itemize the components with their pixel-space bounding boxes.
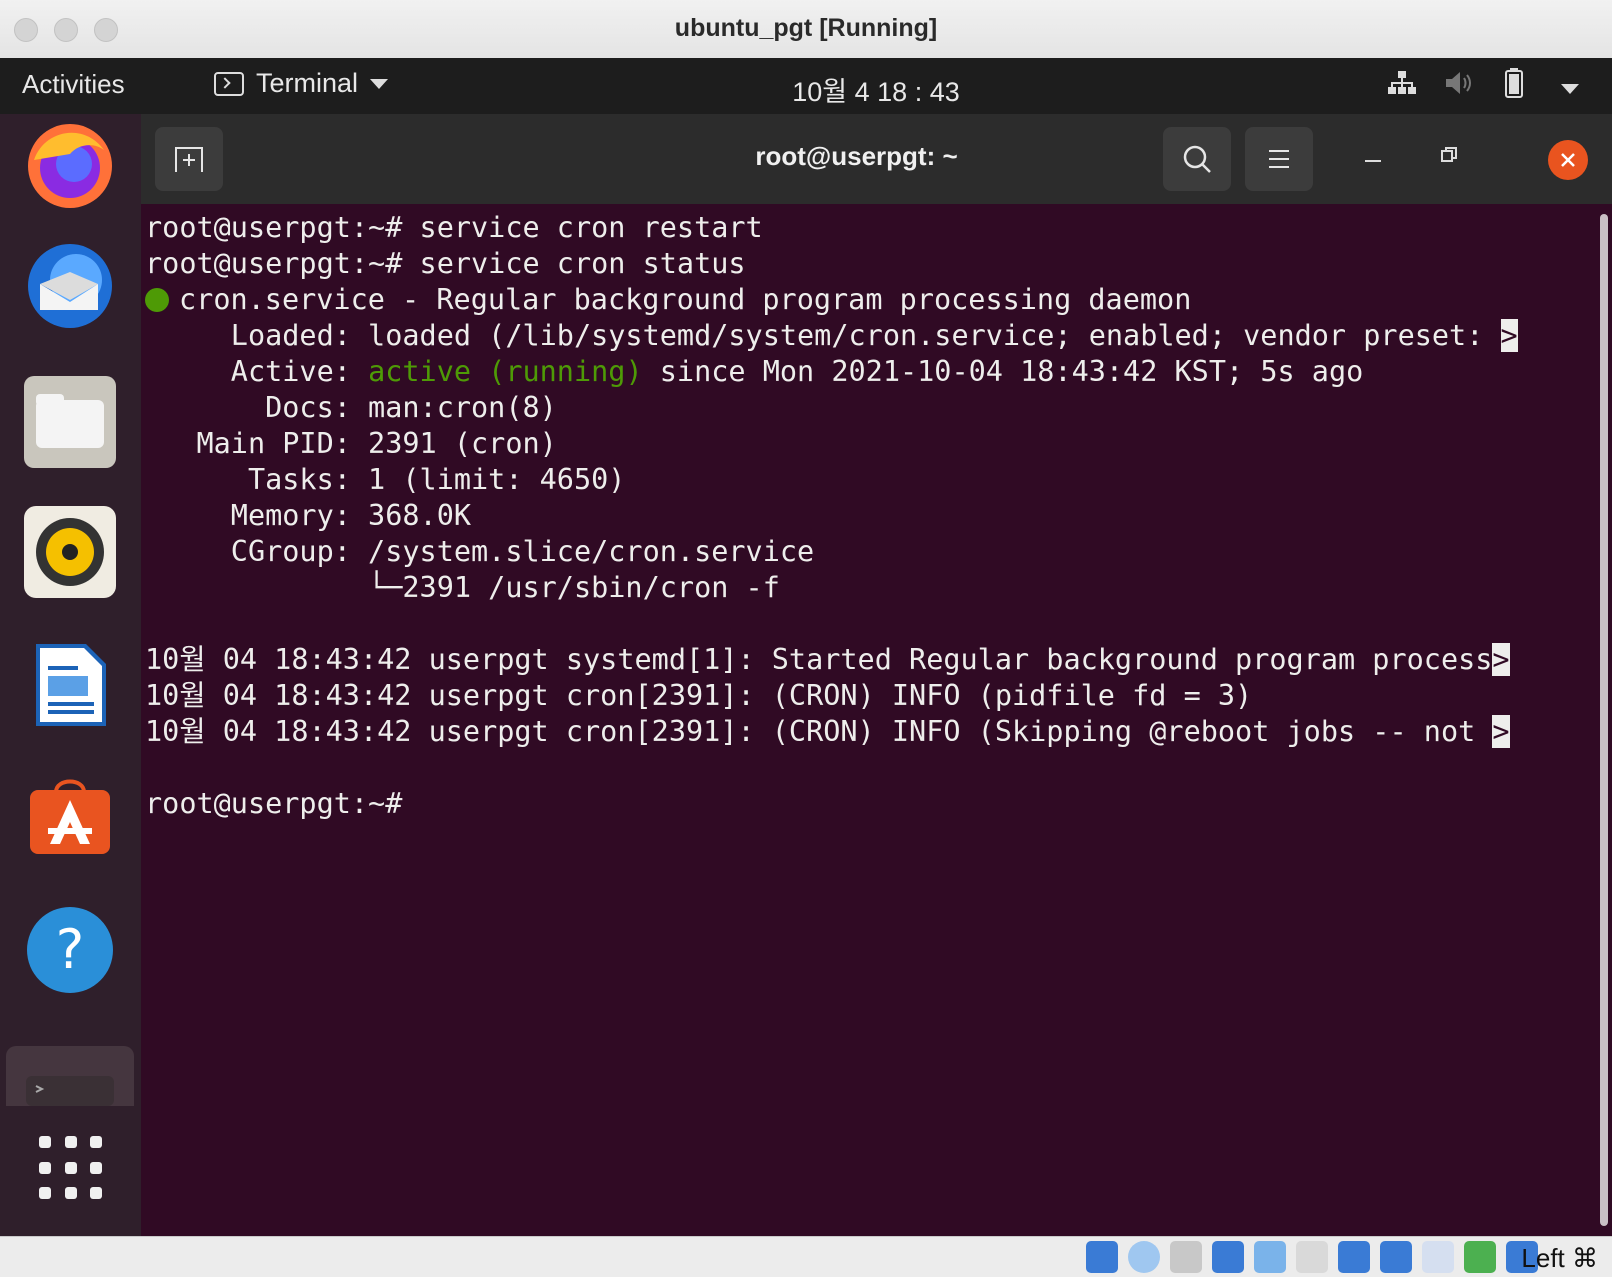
menu-button[interactable] [1245,127,1313,191]
active-status-text: active (running) [368,355,643,388]
terminal-line: root@userpgt:~# service cron restart [145,211,763,244]
clock[interactable]: 10월 4 18 : 43 [0,70,1612,109]
svg-text:?: ? [56,918,85,981]
terminal-text: root@userpgt:~# service cron restart roo… [145,210,1518,822]
truncation-marker: > [1500,319,1518,352]
video-capture-icon[interactable] [1380,1241,1412,1273]
maximize-icon [1441,147,1457,162]
thunderbird-icon [28,244,112,328]
terminal-output[interactable]: root@userpgt:~# service cron restart roo… [141,204,1612,1236]
truncation-marker: > [1492,643,1510,676]
dock-app-rhythmbox[interactable] [24,506,116,598]
terminal-line: 10월 04 18:43:42 userpgt systemd[1]: Star… [145,643,1493,676]
ubuntu-top-bar: Activities Terminal 10월 4 18 : 43 [0,58,1612,114]
hamburger-icon [1269,150,1289,168]
terminal-line: cron.service - Regular background progra… [179,283,1192,316]
audio-icon[interactable] [1170,1241,1202,1273]
system-tray[interactable] [1386,68,1586,105]
display-icon[interactable] [1338,1241,1370,1273]
terminal-line: Docs: man:cron(8) [145,391,557,424]
host-key-indicator[interactable]: Left ⌘ [1521,1243,1598,1274]
terminal-headerbar: root@userpgt: ~ [141,114,1612,204]
vm-window-titlebar: ubuntu_pgt [Running] [0,0,1612,59]
search-icon [1183,145,1211,173]
terminal-line: 10월 04 18:43:42 userpgt cron[2391]: (CRO… [145,679,1253,712]
terminal-line: Active: [145,355,369,388]
terminal-scrollbar[interactable] [1600,214,1608,1226]
document-icon [36,644,106,726]
dock-app-ubuntu-software[interactable] [24,770,116,862]
terminal-line: └─2391 /usr/sbin/cron -f [145,571,780,604]
network-icon[interactable] [1386,70,1418,103]
terminal-line: CGroup: /system.slice/cron.service [145,535,815,568]
help-icon: ? [27,907,113,993]
firefox-icon [28,124,112,208]
show-applications-icon[interactable] [39,1136,103,1200]
hard-disk-icon[interactable] [1086,1241,1118,1273]
maximize-button[interactable] [1439,142,1459,172]
vm-status-bar: Left ⌘ [0,1236,1612,1277]
network-adapter-icon[interactable] [1212,1241,1244,1273]
terminal-line: Tasks: 1 (limit: 4650) [145,463,626,496]
terminal-line: Loaded: loaded (/lib/systemd/system/cron… [145,319,1501,352]
system-menu-chevron-icon[interactable] [1554,72,1586,102]
battery-icon[interactable] [1498,68,1530,105]
truncation-marker: > [1492,715,1510,748]
search-button[interactable] [1163,127,1231,191]
dock-app-terminal[interactable] [6,1046,134,1106]
minimize-button[interactable] [1363,142,1383,172]
vm-device-icons [1086,1241,1538,1273]
terminal-line: Main PID: 2391 (cron) [145,427,557,460]
terminal-icon [26,1076,114,1106]
close-button[interactable] [1548,140,1588,180]
terminal-line: since Mon 2021-10-04 18:43:42 KST; 5s ag… [642,355,1364,388]
dock: ? [0,114,141,1236]
dock-app-files[interactable] [24,376,116,468]
shared-folders-icon[interactable] [1296,1241,1328,1273]
terminal-line: 10월 04 18:43:42 userpgt cron[2391]: (CRO… [145,715,1493,748]
close-icon [1561,153,1575,167]
guest-additions-icon[interactable] [1464,1241,1496,1273]
dock-app-libreoffice-writer[interactable] [24,638,116,730]
terminal-line: Memory: 368.0K [145,499,472,532]
usb-icon[interactable] [1254,1241,1286,1273]
optical-drive-icon[interactable] [1128,1241,1160,1273]
terminal-prompt: root@userpgt:~# [145,787,420,820]
volume-muted-icon[interactable] [1442,69,1474,104]
minimize-icon [1365,160,1381,162]
folder-icon [36,394,104,448]
dock-app-thunderbird[interactable] [24,240,116,332]
vt-x-icon[interactable] [1422,1241,1454,1273]
vm-window-title: ubuntu_pgt [Running] [674,14,938,42]
speaker-icon [36,518,104,586]
dock-app-firefox[interactable] [24,120,116,212]
terminal-title: root@userpgt: ~ [755,141,958,171]
software-store-icon [30,779,110,854]
terminal-line: root@userpgt:~# service cron status [145,247,746,280]
active-status-dot-icon [145,288,169,312]
dock-app-help[interactable]: ? [24,904,116,996]
